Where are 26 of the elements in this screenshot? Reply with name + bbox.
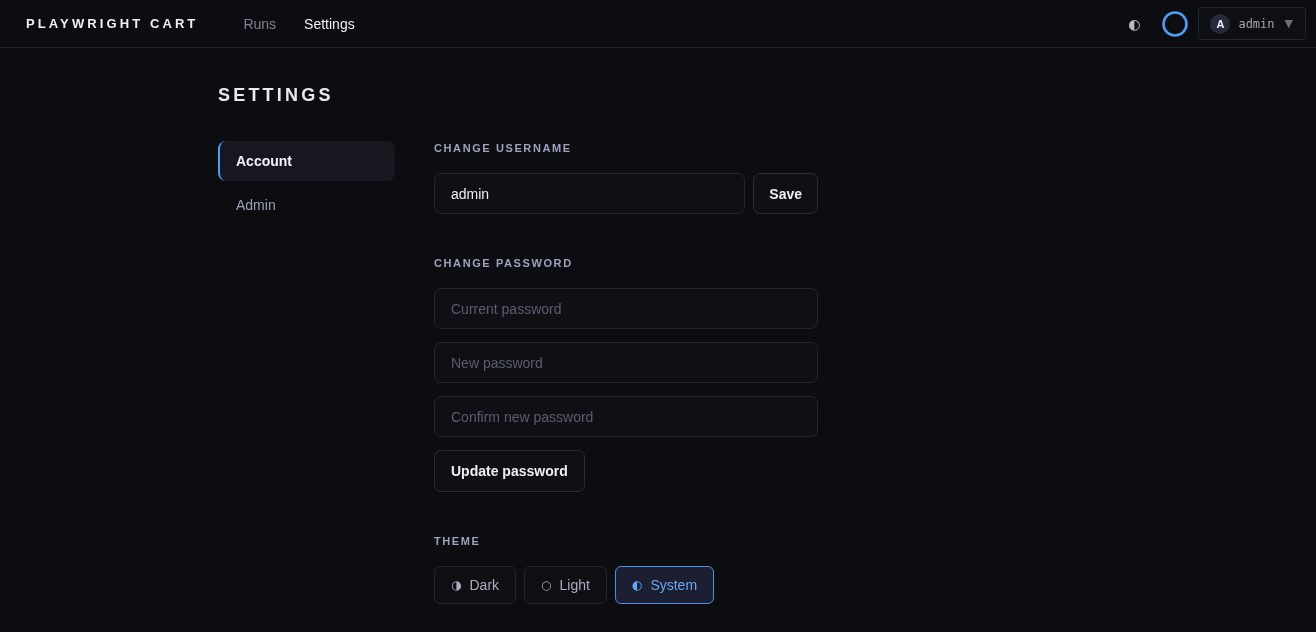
theme-icon: ○ bbox=[541, 579, 552, 591]
theme-option-button[interactable]: ◐ System bbox=[614, 566, 715, 604]
section-heading: CHANGE PASSWORD bbox=[434, 256, 573, 270]
section-heading: THEME bbox=[434, 534, 481, 548]
sidebar-item[interactable]: Account bbox=[218, 141, 395, 181]
user-name: admin bbox=[1238, 16, 1275, 31]
section-heading: CHANGE USERNAME bbox=[434, 141, 572, 155]
password-field[interactable]: Confirm new password bbox=[434, 396, 818, 437]
theme-icon: ◑ bbox=[451, 579, 462, 591]
nav-link[interactable]: Runs bbox=[243, 15, 277, 32]
avatar: A bbox=[1210, 13, 1231, 34]
password-field[interactable]: New password bbox=[434, 342, 818, 383]
save-button[interactable]: Save bbox=[753, 173, 818, 214]
page-title: SETTINGS bbox=[218, 84, 334, 106]
theme-icon: ◐ bbox=[631, 579, 643, 591]
sidebar-item[interactable]: Admin bbox=[218, 185, 395, 225]
update-password-button[interactable]: Update password bbox=[434, 450, 585, 492]
nav-link[interactable]: Settings bbox=[304, 15, 355, 32]
ring-icon bbox=[1162, 10, 1189, 37]
user-menu-button[interactable]: A admin ▼ bbox=[1198, 7, 1306, 40]
theme-option-button[interactable]: ○ Light bbox=[524, 566, 607, 604]
theme-option-button[interactable]: ◑ Dark bbox=[434, 566, 517, 604]
caret-icon: ▼ bbox=[1284, 17, 1293, 30]
password-field[interactable]: Current password bbox=[434, 288, 818, 329]
app-logo[interactable]: PLAYWRIGHT CART bbox=[26, 16, 199, 31]
username-field[interactable]: admin bbox=[434, 173, 746, 214]
